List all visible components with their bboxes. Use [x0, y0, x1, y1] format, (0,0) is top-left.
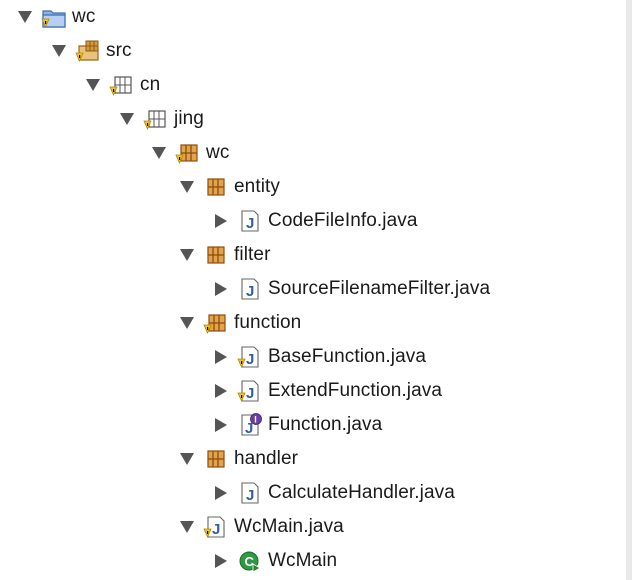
class-icon: C: [236, 547, 264, 575]
expanded-twisty-icon[interactable]: [176, 448, 198, 470]
tree-item-basefunction-java[interactable]: J BaseFunction.java: [210, 340, 426, 374]
collapsed-twisty-icon[interactable]: [210, 278, 232, 300]
expanded-twisty-icon[interactable]: [14, 6, 36, 28]
tree-item-project-wc[interactable]: wc: [14, 0, 95, 34]
expanded-twisty-icon[interactable]: [116, 108, 138, 130]
svg-text:J: J: [246, 487, 254, 504]
expanded-twisty-icon[interactable]: [176, 516, 198, 538]
tree-item-handler[interactable]: handler: [176, 442, 298, 476]
java-file-icon: J: [202, 513, 230, 541]
empty-package-icon: [108, 71, 136, 99]
project-explorer-tree: wc src cn jing wc entity J CodeFileInfo.…: [0, 0, 632, 580]
collapsed-twisty-icon[interactable]: [210, 550, 232, 572]
collapsed-twisty-icon[interactable]: [210, 380, 232, 402]
tree-item-function-java[interactable]: J I Function.java: [210, 408, 382, 442]
java-file-icon: J: [236, 377, 264, 405]
tree-item-src[interactable]: src: [48, 34, 132, 68]
scrollbar-track[interactable]: [626, 0, 632, 580]
svg-text:J: J: [246, 283, 254, 300]
svg-text:I: I: [254, 415, 257, 425]
collapsed-twisty-icon[interactable]: [210, 414, 232, 436]
tree-item-label: Function.java: [268, 414, 383, 435]
tree-item-label: ExtendFunction.java: [268, 380, 443, 401]
tree-item-label: handler: [234, 448, 299, 469]
tree-item-filter[interactable]: filter: [176, 238, 271, 272]
empty-package-icon: [142, 105, 170, 133]
tree-item-entity[interactable]: entity: [176, 170, 280, 204]
java-file-icon: J: [236, 207, 264, 235]
tree-item-label: src: [106, 40, 132, 61]
svg-text:J: J: [246, 351, 254, 368]
collapsed-twisty-icon[interactable]: [210, 210, 232, 232]
tree-item-label: WcMain.java: [234, 516, 344, 537]
project-folder-icon: [40, 3, 68, 31]
expanded-twisty-icon[interactable]: [176, 312, 198, 334]
java-file-icon: J: [236, 343, 264, 371]
expanded-twisty-icon[interactable]: [82, 74, 104, 96]
java-file-icon: J: [236, 275, 264, 303]
expanded-twisty-icon[interactable]: [148, 142, 170, 164]
expanded-twisty-icon[interactable]: [176, 176, 198, 198]
expanded-twisty-icon[interactable]: [176, 244, 198, 266]
package-icon: [202, 445, 230, 473]
expanded-twisty-icon[interactable]: [48, 40, 70, 62]
tree-item-calculatehandler-java[interactable]: J CalculateHandler.java: [210, 476, 455, 510]
collapsed-twisty-icon[interactable]: [210, 346, 232, 368]
tree-item-function[interactable]: function: [176, 306, 301, 340]
tree-item-label: jing: [174, 108, 204, 129]
tree-item-label: CalculateHandler.java: [268, 482, 455, 503]
tree-item-codefileinfo-java[interactable]: J CodeFileInfo.java: [210, 204, 418, 238]
tree-item-label: entity: [234, 176, 281, 197]
package-icon: [202, 241, 230, 269]
tree-item-wcmain-java[interactable]: J WcMain.java: [176, 510, 344, 544]
package-icon: [174, 139, 202, 167]
tree-item-label: wc: [206, 142, 230, 163]
svg-text:J: J: [212, 521, 220, 538]
java-file-icon: J: [236, 479, 264, 507]
tree-item-label: wc: [72, 6, 96, 27]
java-interface-icon: J I: [236, 411, 264, 439]
svg-text:J: J: [246, 385, 254, 402]
tree-item-sourcefilenamefilter-java[interactable]: J SourceFilenameFilter.java: [210, 272, 490, 306]
tree-item-label: BaseFunction.java: [268, 346, 427, 367]
collapsed-twisty-icon[interactable]: [210, 482, 232, 504]
tree-item-label: SourceFilenameFilter.java: [268, 278, 491, 299]
tree-item-label: WcMain: [268, 550, 338, 571]
package-icon: [202, 173, 230, 201]
source-folder-icon: [74, 37, 102, 65]
tree-item-label: filter: [234, 244, 271, 265]
package-icon: [202, 309, 230, 337]
tree-item-extendfunction-java[interactable]: J ExtendFunction.java: [210, 374, 442, 408]
tree-item-label: cn: [140, 74, 161, 95]
svg-text:J: J: [246, 215, 254, 232]
tree-item-package-wc[interactable]: wc: [148, 136, 229, 170]
tree-item-jing[interactable]: jing: [116, 102, 204, 136]
tree-item-label: CodeFileInfo.java: [268, 210, 418, 231]
tree-item-label: function: [234, 312, 302, 333]
tree-item-cn[interactable]: cn: [82, 68, 160, 102]
tree-item-wcmain-class[interactable]: C WcMain: [210, 544, 337, 578]
